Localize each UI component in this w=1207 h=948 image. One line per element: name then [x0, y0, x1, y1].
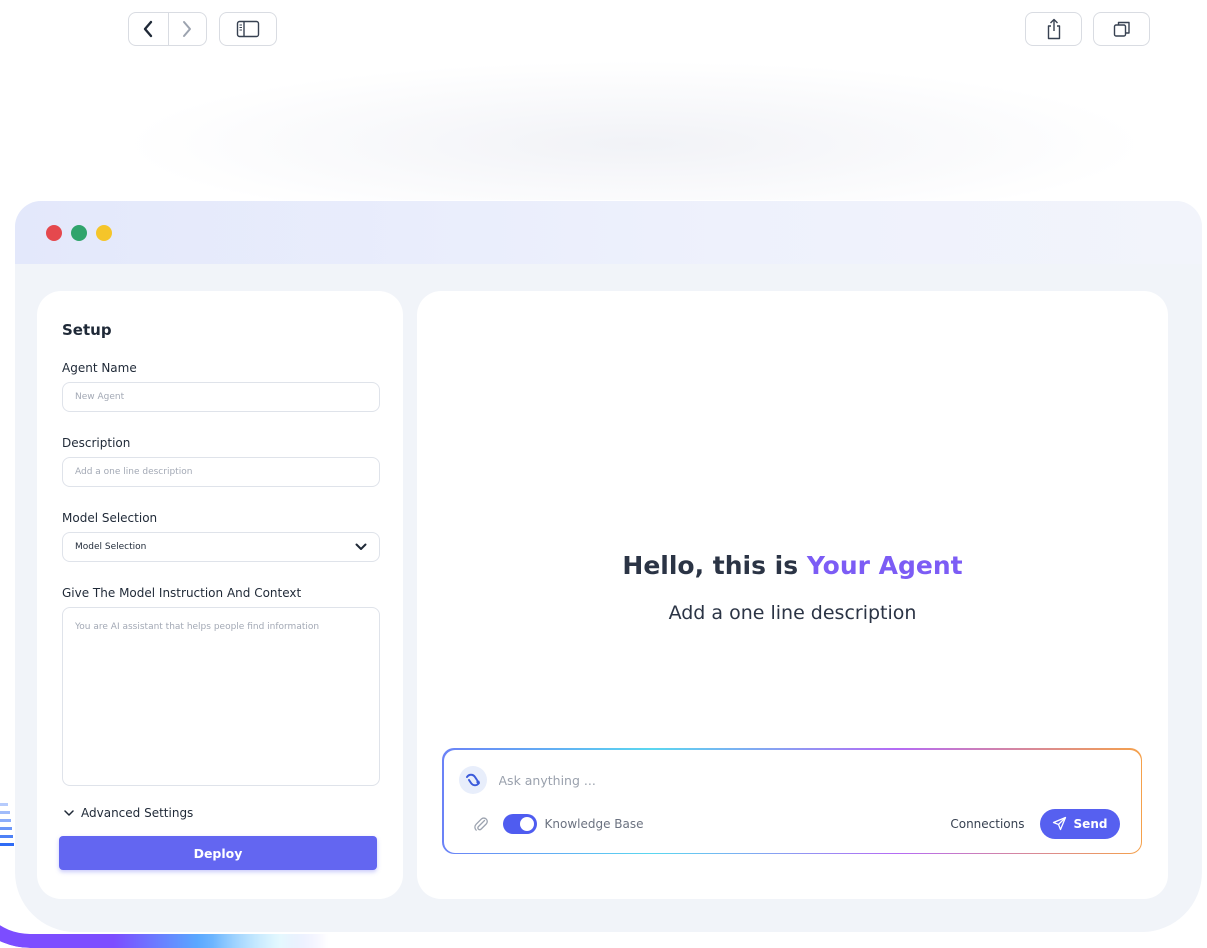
tabs-overview-button[interactable] — [1093, 12, 1150, 46]
tabs-icon — [1113, 21, 1130, 37]
agent-name-input[interactable] — [62, 382, 380, 412]
knowledge-base-toggle[interactable] — [502, 813, 537, 834]
model-selection-value: Model Selection — [75, 542, 147, 552]
chevron-down-icon — [355, 543, 367, 550]
ask-input[interactable] — [498, 771, 1099, 790]
back-button[interactable] — [129, 13, 168, 45]
background-haze — [120, 60, 1150, 200]
app-window: Setup Agent Name Description Model Selec… — [15, 201, 1202, 932]
agent-name-label: Agent Name — [62, 361, 137, 375]
advanced-settings-toggle[interactable]: Advanced Settings — [64, 806, 379, 820]
model-selection-dropdown[interactable]: Model Selection — [62, 532, 380, 562]
chevron-left-icon — [144, 20, 153, 38]
decorative-accent-lines — [0, 803, 14, 851]
send-label: Send — [1073, 816, 1108, 831]
instructions-textarea[interactable] — [62, 607, 380, 786]
description-input[interactable] — [62, 457, 380, 487]
deploy-button[interactable]: Deploy — [59, 836, 377, 870]
send-icon — [1052, 816, 1066, 831]
description-label: Description — [62, 436, 131, 450]
share-button[interactable] — [1025, 12, 1082, 46]
connections-button[interactable]: Connections — [950, 817, 1024, 831]
chat-preview-panel: Hello, this is Your Agent Add a one line… — [417, 291, 1168, 899]
agent-name-highlight: Your Agent — [806, 551, 963, 580]
toggle-knob — [519, 816, 534, 831]
agent-description: Add a one line description — [668, 602, 917, 624]
history-nav — [128, 12, 207, 46]
chevron-right-icon — [183, 21, 192, 37]
sidebar-toggle-button[interactable] — [219, 12, 277, 46]
model-selection-label: Model Selection — [62, 511, 158, 525]
send-button[interactable]: Send — [1039, 808, 1120, 839]
advanced-settings-label: Advanced Settings — [81, 806, 194, 820]
greeting-heading: Hello, this is Your Agent — [417, 551, 1168, 580]
instructions-label: Give The Model Instruction And Context — [62, 586, 302, 600]
minimize-window-dot[interactable] — [71, 224, 87, 241]
message-composer: Knowledge Base Connections Send — [442, 748, 1142, 854]
greeting-prefix: Hello, this is — [622, 551, 807, 580]
share-icon — [1047, 18, 1060, 40]
forward-button[interactable] — [167, 13, 207, 45]
chevron-down-icon — [64, 809, 74, 816]
agent-logo-icon — [465, 773, 480, 786]
setup-title: Setup — [62, 321, 112, 339]
setup-panel: Setup Agent Name Description Model Selec… — [37, 291, 403, 899]
agent-avatar — [458, 765, 487, 794]
window-title-bar — [15, 201, 1202, 264]
sidebar-icon — [236, 20, 260, 38]
knowledge-base-label: Knowledge Base — [544, 816, 644, 831]
paperclip-icon[interactable] — [473, 816, 489, 832]
zoom-window-dot[interactable] — [96, 224, 112, 241]
close-window-dot[interactable] — [46, 224, 62, 241]
